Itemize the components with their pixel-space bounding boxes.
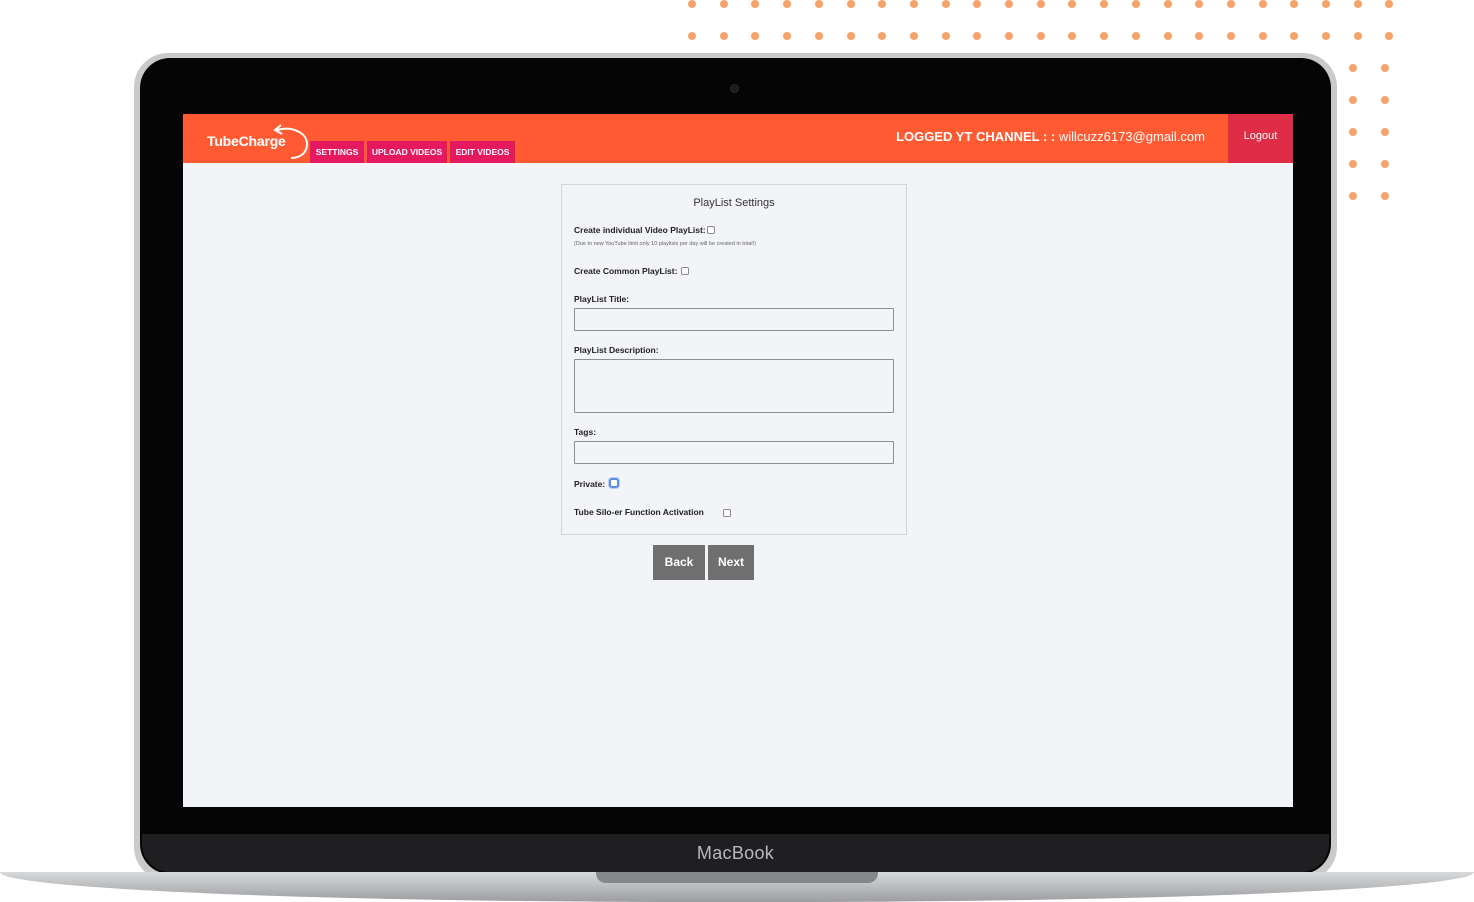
decorative-dot bbox=[1259, 0, 1267, 8]
playlist-description-textarea[interactable] bbox=[574, 359, 894, 413]
panel-title: PlayList Settings bbox=[693, 197, 775, 209]
decorative-dot bbox=[688, 0, 696, 8]
decorative-dot bbox=[973, 32, 981, 40]
logged-channel-info: LOGGED YT CHANNEL : : willcuzz6173@gmail… bbox=[896, 129, 1205, 144]
decorative-dot bbox=[1005, 32, 1013, 40]
decorative-dot bbox=[751, 0, 759, 8]
decorative-dot bbox=[878, 0, 886, 8]
logged-channel-label: LOGGED YT CHANNEL : : bbox=[896, 129, 1056, 144]
decorative-dot bbox=[1037, 0, 1045, 8]
decorative-dot bbox=[1100, 0, 1108, 8]
decorative-dot bbox=[783, 32, 791, 40]
decorative-dot bbox=[1195, 0, 1203, 8]
individual-playlist-checkbox[interactable] bbox=[707, 226, 715, 234]
individual-playlist-hint: (Due to new YouTube limit only 10 playli… bbox=[574, 241, 757, 247]
tags-label: Tags: bbox=[574, 427, 597, 437]
decorative-dot bbox=[1068, 0, 1076, 8]
decorative-dot bbox=[1385, 32, 1393, 40]
decorative-dot bbox=[1322, 0, 1330, 8]
decorative-dot bbox=[973, 0, 981, 8]
decorative-dot bbox=[1005, 0, 1013, 8]
decorative-dot bbox=[1349, 96, 1357, 104]
laptop-notch bbox=[596, 872, 878, 883]
decorative-dot bbox=[1349, 192, 1357, 200]
private-label: Private: bbox=[574, 479, 606, 489]
camera-icon bbox=[730, 84, 739, 93]
decorative-dot bbox=[1068, 32, 1076, 40]
decorative-dot bbox=[1349, 128, 1357, 136]
decorative-dot bbox=[815, 32, 823, 40]
decorative-dot bbox=[942, 0, 950, 8]
decorative-dot bbox=[1354, 32, 1362, 40]
decorative-dot bbox=[783, 0, 791, 8]
decorative-dot bbox=[1164, 32, 1172, 40]
decorative-dot bbox=[1164, 0, 1172, 8]
tags-input[interactable] bbox=[574, 441, 894, 464]
tab-upload-videos[interactable]: UPLOAD VIDEOS bbox=[367, 141, 447, 163]
decorative-dot bbox=[1381, 96, 1389, 104]
decorative-dot bbox=[815, 0, 823, 8]
playlist-settings-panel: PlayList Settings Create individual Vide… bbox=[561, 184, 907, 535]
decorative-dot bbox=[1132, 0, 1140, 8]
playlist-description-label: PlayList Description: bbox=[574, 345, 659, 355]
decorative-dot bbox=[1381, 192, 1389, 200]
individual-playlist-label: Create individual Video PlayList: bbox=[574, 225, 706, 235]
decorative-dot bbox=[942, 32, 950, 40]
logo-text: TubeCharge bbox=[207, 133, 286, 149]
tab-edit-videos[interactable]: EDIT VIDEOS bbox=[450, 141, 515, 163]
silo-activation-label: Tube Silo-er Function Activation bbox=[574, 507, 704, 517]
decorative-dot bbox=[1290, 0, 1298, 8]
private-checkbox[interactable] bbox=[609, 478, 619, 488]
common-playlist-label: Create Common PlayList: bbox=[574, 266, 678, 276]
back-button[interactable]: Back bbox=[653, 545, 705, 580]
decorative-dot bbox=[1100, 32, 1108, 40]
decorative-dot bbox=[1195, 32, 1203, 40]
logout-button[interactable]: Logout bbox=[1228, 114, 1293, 163]
top-navigation-bar: TubeCharge SETTINGS UPLOAD VIDEOS EDIT V… bbox=[183, 114, 1293, 163]
decorative-dot bbox=[1354, 0, 1362, 8]
decorative-dot bbox=[878, 32, 886, 40]
decorative-dot bbox=[910, 0, 918, 8]
common-playlist-checkbox[interactable] bbox=[681, 267, 689, 275]
decorative-dot bbox=[1132, 32, 1140, 40]
decorative-dot bbox=[1227, 0, 1235, 8]
decorative-dot bbox=[1381, 160, 1389, 168]
logged-channel-email: willcuzz6173@gmail.com bbox=[1058, 129, 1205, 144]
silo-activation-checkbox[interactable] bbox=[723, 509, 731, 517]
playlist-title-input[interactable] bbox=[574, 308, 894, 331]
decorative-dot bbox=[751, 32, 759, 40]
decorative-dot bbox=[1381, 64, 1389, 72]
decorative-dot bbox=[847, 32, 855, 40]
device-brand-label: MacBook bbox=[696, 843, 775, 863]
decorative-dot bbox=[1227, 32, 1235, 40]
next-button[interactable]: Next bbox=[708, 545, 754, 580]
decorative-dot bbox=[1322, 32, 1330, 40]
decorative-dot bbox=[1349, 64, 1357, 72]
decorative-dot bbox=[1037, 32, 1045, 40]
app-screen: TubeCharge SETTINGS UPLOAD VIDEOS EDIT V… bbox=[183, 114, 1293, 807]
decorative-dot bbox=[847, 0, 855, 8]
decorative-dot bbox=[688, 32, 696, 40]
decorative-dot bbox=[1349, 160, 1357, 168]
tab-settings[interactable]: SETTINGS bbox=[310, 141, 364, 163]
playlist-title-label: PlayList Title: bbox=[574, 294, 630, 304]
promo-stage: MacBook TubeCharge SETTINGS UPLOAD VIDEO… bbox=[0, 0, 1474, 902]
decorative-dot bbox=[1381, 128, 1389, 136]
decorative-dot bbox=[1290, 32, 1298, 40]
decorative-dot bbox=[720, 32, 728, 40]
decorative-dot bbox=[910, 32, 918, 40]
decorative-dot bbox=[1385, 0, 1393, 8]
decorative-dot bbox=[720, 0, 728, 8]
decorative-dot bbox=[1259, 32, 1267, 40]
